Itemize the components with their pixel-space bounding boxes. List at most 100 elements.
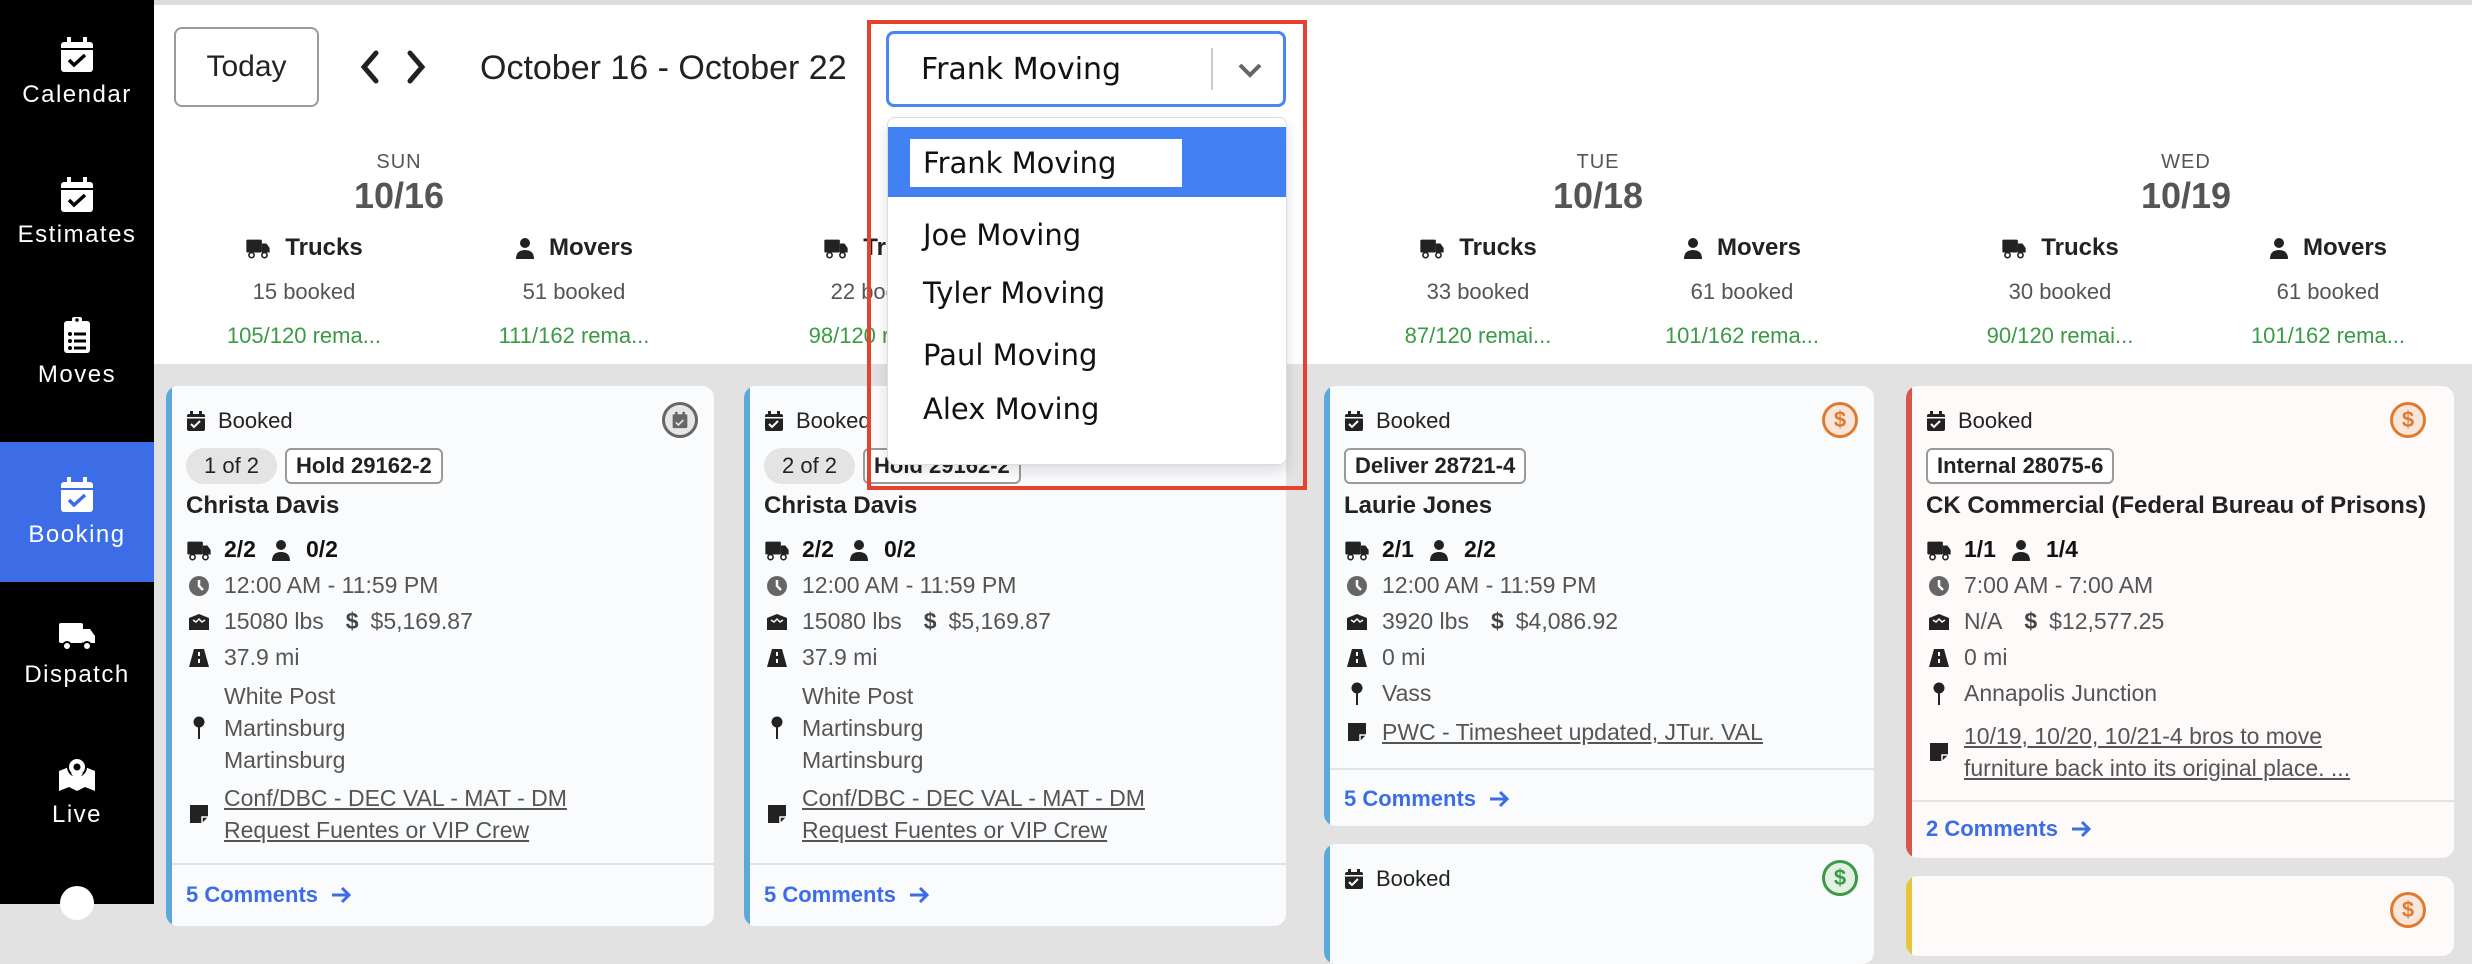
trucks-booked: 30 booked bbox=[2008, 279, 2112, 304]
booking-card[interactable]: $ bbox=[1906, 876, 2454, 956]
job-tag[interactable]: Internal 28075-6 bbox=[1926, 448, 2115, 484]
road-icon bbox=[1926, 646, 1952, 670]
truck-icon bbox=[186, 538, 212, 562]
movers-stat: Movers 61 booked 101/162 rema... bbox=[1622, 233, 1862, 349]
company-select[interactable]: Frank Moving bbox=[886, 31, 1286, 107]
comments-link[interactable]: 2 Comments bbox=[1926, 816, 2092, 842]
sidebar-item-dispatch[interactable]: Dispatch bbox=[0, 582, 154, 722]
road-icon bbox=[764, 646, 790, 670]
comments-link[interactable]: 5 Comments bbox=[1344, 786, 1510, 812]
box-icon bbox=[1344, 610, 1370, 634]
calendar-check-icon bbox=[187, 411, 205, 431]
sidebar-item-live[interactable]: Live bbox=[0, 722, 154, 862]
job-tag[interactable]: Deliver 28721-4 bbox=[1344, 448, 1527, 484]
person-icon bbox=[2008, 538, 2034, 562]
sidebar-item-moves[interactable]: Moves bbox=[0, 282, 154, 422]
dropdown-option[interactable]: Alex Moving bbox=[888, 392, 1286, 426]
chevron-left-icon bbox=[360, 50, 379, 84]
card-divider bbox=[1330, 768, 1874, 770]
trucks-label: Trucks bbox=[285, 234, 363, 261]
calendar-check-badge-icon[interactable] bbox=[662, 402, 698, 438]
main-content: Today October 16 - October 22 Frank Movi… bbox=[154, 0, 2472, 964]
truck-icon bbox=[1420, 239, 1444, 259]
user-icon[interactable] bbox=[60, 886, 94, 920]
movers-booked: 61 booked bbox=[1690, 279, 1794, 304]
sticky-note-icon bbox=[764, 802, 790, 826]
comments-link[interactable]: 5 Comments bbox=[186, 882, 352, 908]
booking-card[interactable]: Booked $ Deliver 28721-4 Laurie Jones 2/… bbox=[1324, 386, 1874, 826]
locations-row: Annapolis Junction bbox=[1926, 680, 2157, 707]
arrow-right-icon bbox=[2072, 820, 2092, 838]
sidebar-item-label: Live bbox=[51, 801, 103, 828]
customer-name[interactable]: Christa Davis bbox=[186, 492, 339, 520]
dropdown-option[interactable]: Joe Moving bbox=[888, 218, 1286, 252]
trucks-stat: Trucks 15 booked 105/120 rema... bbox=[184, 233, 424, 349]
dollar-badge-icon[interactable]: $ bbox=[1822, 860, 1858, 896]
booking-card[interactable]: Booked 1 of 2 Hold 29162-2 Christa Davis… bbox=[166, 386, 714, 926]
dropdown-option[interactable]: Tyler Moving bbox=[888, 276, 1286, 310]
job-tag[interactable]: Hold 29162-2 bbox=[285, 448, 443, 484]
map-pin-icon bbox=[764, 716, 790, 740]
dollar-badge-icon[interactable]: $ bbox=[2390, 402, 2426, 438]
weight-price-row: 3920 lbs $ $4,086.92 bbox=[1344, 608, 1618, 635]
trucks-label: Trucks bbox=[1459, 234, 1537, 261]
customer-name[interactable]: CK Commercial (Federal Bureau of Prisons… bbox=[1926, 492, 2426, 520]
locations-row: White Post Martinsburg Martinsburg bbox=[186, 680, 345, 776]
dollar-icon: $ bbox=[1490, 608, 1504, 634]
note-link[interactable]: Conf/DBC - DEC VAL - MAT - DM Request Fue… bbox=[802, 782, 1145, 846]
trucks-stat: Trucks 33 booked 87/120 remai... bbox=[1358, 233, 1598, 349]
calendar-check-icon bbox=[765, 411, 783, 431]
crew-row: 1/1 1/4 bbox=[1926, 536, 2078, 563]
calendar-check-icon bbox=[61, 37, 93, 72]
dollar-icon: $ bbox=[923, 608, 937, 634]
sticky-note-icon bbox=[186, 802, 212, 826]
weight-price-row: 15080 lbs $ $5,169.87 bbox=[186, 608, 473, 635]
clock-icon bbox=[1344, 574, 1370, 598]
card-divider bbox=[1912, 800, 2454, 802]
calendar-check-icon bbox=[61, 477, 93, 512]
sidebar-item-label: Estimates bbox=[17, 221, 137, 248]
chevron-right-icon bbox=[407, 50, 426, 84]
dropdown-option[interactable]: Paul Moving bbox=[888, 338, 1286, 372]
movers-stat: Movers 61 booked 101/162 rema... bbox=[2208, 233, 2448, 349]
road-icon bbox=[1344, 646, 1370, 670]
customer-name[interactable]: Christa Davis bbox=[764, 492, 917, 520]
locations-row: White Post Martinsburg Martinsburg bbox=[764, 680, 923, 776]
crew-row: 2/2 0/2 bbox=[764, 536, 916, 563]
dollar-badge-icon[interactable]: $ bbox=[1822, 402, 1858, 438]
movers-remaining: 101/162 rema... bbox=[2250, 323, 2406, 348]
select-separator bbox=[1211, 48, 1213, 90]
card-status: Booked bbox=[1344, 408, 1451, 434]
sticky-note-icon bbox=[1926, 740, 1952, 764]
note-link[interactable]: Conf/DBC - DEC VAL - MAT - DM Request Fue… bbox=[224, 782, 567, 846]
card-status: Booked bbox=[1926, 408, 2033, 434]
trucks-remaining: 105/120 rema... bbox=[226, 323, 382, 348]
calendar-check-icon bbox=[1345, 869, 1363, 889]
note-link[interactable]: 10/19, 10/20, 10/21-4 bros to move furni… bbox=[1964, 720, 2350, 784]
booking-card[interactable]: Booked $ Internal 28075-6 CK Commercial … bbox=[1906, 386, 2454, 858]
prev-week-button[interactable] bbox=[350, 45, 390, 89]
box-icon bbox=[1926, 610, 1952, 634]
note-row: Conf/DBC - DEC VAL - MAT - DM Request Fue… bbox=[186, 782, 567, 846]
sidebar-item-calendar[interactable]: Calendar bbox=[0, 2, 154, 142]
dollar-badge-icon[interactable]: $ bbox=[2390, 892, 2426, 928]
customer-name[interactable]: Laurie Jones bbox=[1344, 492, 1492, 520]
booking-card[interactable]: Booked $ bbox=[1324, 844, 1874, 964]
distance-row: 0 mi bbox=[1926, 644, 2007, 671]
card-accent bbox=[166, 386, 172, 926]
person-icon bbox=[515, 238, 534, 259]
note-link[interactable]: PWC - Timesheet updated, JTur. VAL bbox=[1382, 716, 1763, 748]
today-button[interactable]: Today bbox=[174, 27, 319, 107]
time-row: 7:00 AM - 7:00 AM bbox=[1926, 572, 2153, 599]
crew-row: 2/1 2/2 bbox=[1344, 536, 1496, 563]
next-week-button[interactable] bbox=[396, 45, 436, 89]
clipboard-list-icon bbox=[64, 317, 90, 353]
trucks-remaining: 87/120 remai... bbox=[1404, 323, 1552, 348]
trucks-booked: 15 booked bbox=[252, 279, 356, 304]
booking-card[interactable]: Booked 2 of 2 Hold 29162-2 Christa Davis… bbox=[744, 386, 1286, 926]
comments-link[interactable]: 5 Comments bbox=[764, 882, 930, 908]
day-column: WED 10/19 Trucks 30 booked 90/120 remai.… bbox=[1920, 145, 2472, 365]
card-accent bbox=[1324, 386, 1330, 826]
dropdown-option[interactable]: Frank Moving bbox=[888, 127, 1286, 197]
sidebar-item-booking[interactable]: Booking bbox=[0, 442, 154, 582]
